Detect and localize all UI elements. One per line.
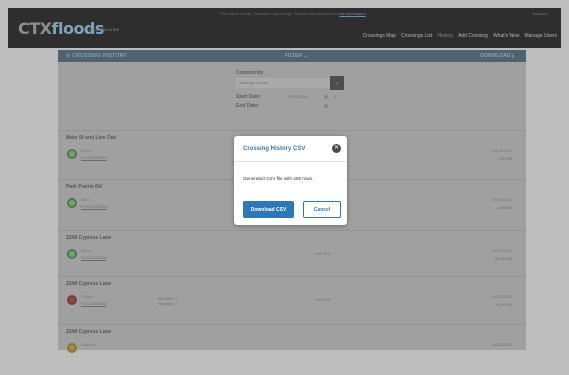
nav-manage-users[interactable]: Manage Users [524, 33, 557, 39]
crossing-name: 2348 Cypress Lane [66, 329, 112, 335]
dashboard-label: DASHBOARD [89, 27, 120, 32]
updated-date: 03/25/2016 [491, 342, 512, 347]
clear-icon[interactable]: ✕ [334, 94, 337, 100]
updated-time: 1:46 PM [497, 156, 512, 161]
status-text: Open [81, 148, 91, 153]
updated-date: 03/25/2016 [491, 197, 512, 202]
status-text: Closed [81, 294, 94, 299]
calendar-icon[interactable]: ▦ [324, 94, 328, 100]
filter-label: FILTER [285, 53, 303, 59]
crossing-name: 2348 Cypress Lane [66, 281, 112, 287]
updated-date: 03/25/2016 [491, 148, 512, 153]
list-item[interactable]: 2348 Cypress Lane Open Fri 11/20/2015 MO… [58, 230, 526, 281]
status-closed-icon [67, 295, 77, 305]
main-nav: Crossings Map Crossings List History Add… [363, 33, 557, 39]
status-open-icon [67, 149, 77, 159]
dialog-message: Generated CSV file with 408 rows. [243, 176, 314, 181]
chevron-down-icon[interactable]: ⌄ [330, 76, 344, 90]
dialog-title: Crossing History CSV [243, 146, 306, 152]
closure-note: Flooded / 1 reported [158, 296, 179, 306]
updated-time: 10:06 AM [495, 302, 512, 307]
status-date[interactable]: Fri 01/22/2016 [81, 155, 107, 161]
download-button[interactable]: DOWNLOAD ⤓ [480, 52, 514, 60]
dialog-divider [234, 161, 347, 162]
panel-title: ↻ CROSSING HISTORY [66, 52, 127, 60]
download-icon: ⤓ [511, 53, 514, 59]
chevron-down-icon: ⌄ [303, 53, 308, 59]
community-select[interactable]: Hastings County [236, 78, 330, 88]
updated-time: 1:46 PM [497, 205, 512, 210]
panel-header-bar: ↻ CROSSING HISTORY FILTER ⌄ DOWNLOAD ⤓ [58, 50, 526, 62]
download-label: DOWNLOAD [480, 53, 511, 59]
panel-title-text: CROSSING HISTORY [72, 53, 127, 59]
end-date-label: End Date: [236, 103, 260, 109]
nav-add-crossing[interactable]: Add Crossing [458, 33, 488, 39]
status-text: Open [81, 248, 91, 253]
calendar-icon[interactable]: ▦ [324, 103, 328, 109]
top-header: This site is a beta. Features may change… [8, 8, 561, 48]
download-csv-button[interactable]: Download CSV [243, 201, 294, 218]
nav-crossings-list[interactable]: Crossings List [401, 33, 432, 39]
updated-time: 10:06 AM [495, 256, 512, 261]
community-label: Community: [236, 70, 266, 76]
beta-notice: This site is a beta. Features may change… [158, 10, 428, 18]
nav-crossings-map[interactable]: Crossings Map [363, 33, 396, 39]
updated-date: 03/25/2016 [491, 248, 512, 253]
crossing-name: Main St and Live Oak [66, 135, 117, 141]
cancel-button[interactable]: Cancel [303, 201, 341, 218]
filter-toggle[interactable]: FILTER ⌄ [285, 52, 308, 60]
status-caution-icon [67, 343, 77, 353]
feedback-link[interactable]: the developers [339, 11, 365, 16]
status-date[interactable]: Fri 11/20/2015 [81, 301, 107, 307]
filter-form: Community: Hastings County ⌄ Start Date:… [236, 68, 346, 138]
updated-date: 03/25/2016 [491, 294, 512, 299]
status-date[interactable]: Fri 11/20/2015 [81, 255, 107, 261]
csv-dialog: Crossing History CSV ✕ Generated CSV fil… [234, 136, 347, 225]
beta-notice-text: This site is a beta. Features may change… [220, 11, 339, 16]
user-menu[interactable]: Account [533, 10, 547, 18]
list-item[interactable]: 2348 Cypress Lane Closed Fri 11/20/2015 … [58, 276, 526, 327]
event-text: MOVED [316, 297, 331, 302]
status-open-icon [67, 198, 77, 208]
status-text: Caution [81, 342, 95, 347]
close-icon[interactable]: ✕ [332, 144, 341, 153]
status-open-icon [67, 249, 77, 259]
crossing-name: 2348 Cypress Lane [66, 235, 112, 241]
logo-main: CTX [18, 19, 52, 38]
status-date[interactable]: Fri 01/22/2016 [81, 204, 107, 210]
start-date-input[interactable]: 01/01/2016 [288, 94, 308, 100]
nav-whats-new[interactable]: What's New [493, 33, 520, 39]
crossing-name: Park Prairie Rd [66, 184, 102, 190]
start-date-label: Start Date: [236, 94, 262, 100]
status-text: Open [81, 197, 91, 202]
nav-history[interactable]: History [437, 33, 453, 39]
app-window: This site is a beta. Features may change… [0, 0, 569, 353]
event-text: MOVED [316, 251, 331, 256]
